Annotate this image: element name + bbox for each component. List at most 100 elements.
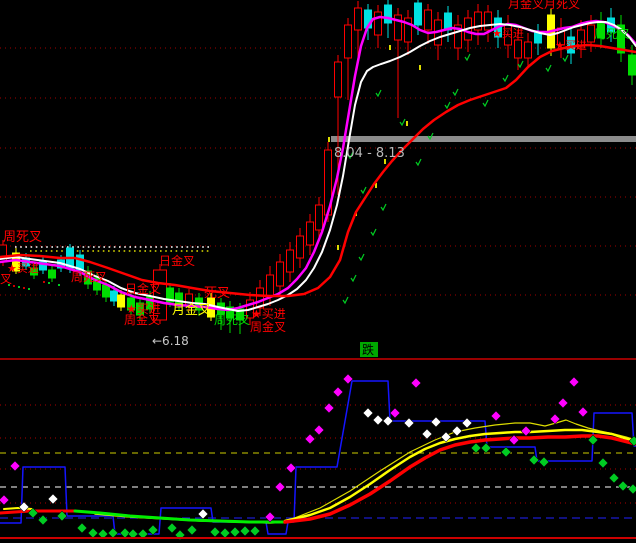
ma-white — [0, 22, 636, 311]
signal-label: 死叉 — [204, 286, 230, 301]
candle-up — [335, 62, 342, 97]
diamond-green — [220, 528, 230, 538]
diamond-white — [383, 416, 393, 426]
price-highlight-bar — [331, 136, 636, 142]
diamond-white — [452, 426, 462, 436]
candle-up — [287, 250, 294, 272]
diamond-green — [210, 527, 220, 537]
signal-label: 8.04 - 8.13 — [334, 146, 405, 161]
ma-magenta — [0, 17, 636, 310]
diamond-green — [471, 443, 481, 453]
micro-dot-green — [58, 284, 60, 286]
diamond-magenta — [558, 398, 568, 408]
diamond-magenta — [411, 378, 421, 388]
diamond-white — [422, 429, 432, 439]
buy-tick-green — [371, 229, 376, 235]
signal-label: 周死叉 — [71, 270, 107, 284]
buy-tick-green — [546, 65, 551, 71]
candle — [111, 291, 118, 301]
diamond-green — [167, 523, 177, 533]
diamond-white — [404, 418, 414, 428]
micro-dot-red — [13, 285, 15, 287]
micro-dot-green — [28, 288, 30, 290]
diamond-magenta — [265, 512, 275, 522]
buy-tick-green — [465, 54, 470, 60]
diamond-green — [57, 511, 67, 521]
buy-tick-green — [343, 297, 348, 303]
tick-yellow — [328, 137, 330, 142]
tick-yellow — [419, 65, 421, 70]
diamond-green — [250, 526, 260, 536]
signal-label: 周死叉 — [214, 313, 250, 327]
candle-up — [485, 12, 492, 30]
diamond-green — [598, 458, 608, 468]
tick-yellow — [389, 45, 391, 50]
diamond-green — [529, 455, 539, 465]
candle-up — [355, 8, 362, 30]
diamond-magenta — [521, 426, 531, 436]
diamond-green — [108, 528, 118, 538]
diamond-magenta — [390, 408, 400, 418]
micro-dot-green — [18, 286, 20, 288]
diamond-white — [363, 408, 373, 418]
stock-app-window: 周死叉★买进叉日金叉周死叉日金叉★买进周金叉死叉月金叉周死叉★买进周金叉←6.1… — [0, 0, 636, 543]
stock-chart[interactable]: 周死叉★买进叉日金叉周死叉日金叉★买进周金叉死叉月金叉周死叉★买进周金叉←6.1… — [0, 0, 636, 543]
diamond-white — [373, 415, 383, 425]
buy-tick-green — [400, 119, 405, 125]
signal-label: 周金叉 — [124, 312, 160, 327]
signal-label: 月金叉月死叉 — [508, 0, 580, 11]
diamond-magenta — [10, 461, 20, 471]
diamond-magenta — [491, 411, 501, 421]
diamond-magenta — [0, 495, 9, 505]
diamond-green — [501, 447, 511, 457]
signal-label: 周死叉 — [594, 27, 630, 41]
candle — [629, 55, 636, 75]
diamond-magenta — [578, 407, 588, 417]
candle-up — [525, 42, 532, 58]
buy-tick-green — [503, 75, 508, 81]
diamond-magenta — [286, 463, 296, 473]
diamond-white — [462, 418, 472, 428]
buy-tick-green — [361, 187, 366, 193]
candle-up — [267, 275, 274, 296]
buy-tick-green — [359, 254, 364, 260]
diamond-green — [539, 457, 549, 467]
diamond-magenta — [305, 434, 315, 444]
buy-tick-green — [563, 55, 568, 61]
ma-red-right — [285, 436, 636, 522]
diamond-green — [38, 515, 48, 525]
diamond-green — [609, 473, 619, 483]
diamond-magenta — [275, 482, 285, 492]
signal-label: 月金叉 — [172, 302, 211, 318]
diamond-white — [431, 417, 441, 427]
signal-label: 叉 — [0, 272, 12, 286]
diamond-green — [628, 484, 636, 494]
diamond-magenta — [314, 425, 324, 435]
candle — [118, 295, 125, 307]
diamond-green — [88, 528, 98, 538]
candle-up — [316, 205, 323, 230]
diamond-green — [481, 443, 491, 453]
candle-up — [425, 10, 432, 30]
candle — [103, 285, 110, 297]
diamond-white — [198, 509, 208, 519]
signal-label: ←6.18 — [152, 334, 189, 348]
diamond-green — [120, 528, 130, 538]
diamond-green — [240, 526, 250, 536]
micro-dot-red — [23, 287, 25, 289]
diamond-green — [77, 523, 87, 533]
candle-up — [307, 222, 314, 245]
trend-badge-label: 跌 — [362, 342, 374, 357]
buy-tick-green — [381, 204, 386, 210]
signal-label: 周金叉 — [250, 319, 286, 334]
signal-label: ★买进 — [251, 307, 286, 321]
diamond-green — [187, 525, 197, 535]
diamond-magenta — [333, 387, 343, 397]
candle-up — [297, 236, 304, 258]
signal-label: ★买进 — [555, 39, 587, 52]
buy-tick-green — [483, 100, 488, 106]
diamond-white — [48, 494, 58, 504]
micro-dot-red — [43, 281, 45, 283]
buy-tick-green — [445, 102, 450, 108]
candle — [49, 270, 56, 278]
